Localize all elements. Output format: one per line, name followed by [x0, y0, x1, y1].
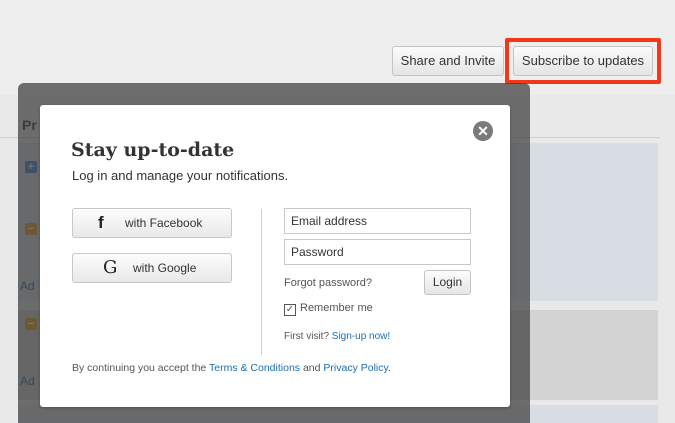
- subscribe-modal: ✕ Stay up-to-date Log in and manage your…: [40, 105, 510, 407]
- login-button[interactable]: Login: [424, 270, 471, 295]
- privacy-link[interactable]: Privacy Policy: [323, 362, 388, 374]
- email-field[interactable]: [284, 208, 471, 234]
- close-icon[interactable]: ✕: [473, 121, 493, 141]
- divider: [261, 209, 262, 355]
- first-visit-prefix: First visit?: [284, 331, 329, 342]
- signup-link[interactable]: Sign-up now!: [332, 331, 390, 342]
- google-label: with Google: [133, 261, 197, 275]
- remember-me-label: Remember me: [300, 302, 373, 314]
- forgot-password-link[interactable]: Forgot password?: [284, 277, 372, 289]
- terms-notice: By continuing you accept the Terms & Con…: [72, 362, 391, 374]
- google-icon: G: [103, 257, 118, 278]
- terms-suffix: .: [388, 362, 391, 374]
- page-header: Share and Invite Subscribe to updates: [0, 0, 675, 95]
- remember-me-checkbox[interactable]: ✓ Remember me: [284, 302, 373, 316]
- modal-subtitle: Log in and manage your notifications.: [72, 168, 289, 183]
- facebook-label: with Facebook: [125, 216, 203, 230]
- subscribe-highlight: Subscribe to updates: [505, 38, 661, 84]
- first-visit-text: First visit? Sign-up now!: [284, 331, 390, 342]
- google-login-button[interactable]: G with Google: [72, 253, 232, 283]
- modal-title: Stay up-to-date: [71, 139, 235, 161]
- terms-prefix: By continuing you accept the: [72, 362, 207, 374]
- terms-link[interactable]: Terms & Conditions: [209, 362, 300, 374]
- facebook-icon: f: [98, 213, 104, 232]
- password-field[interactable]: [284, 239, 471, 265]
- checkbox-checked-icon: ✓: [284, 304, 296, 316]
- share-invite-button[interactable]: Share and Invite: [392, 46, 504, 76]
- facebook-login-button[interactable]: f with Facebook: [72, 208, 232, 238]
- subscribe-button[interactable]: Subscribe to updates: [513, 46, 653, 76]
- terms-and: and: [302, 362, 321, 374]
